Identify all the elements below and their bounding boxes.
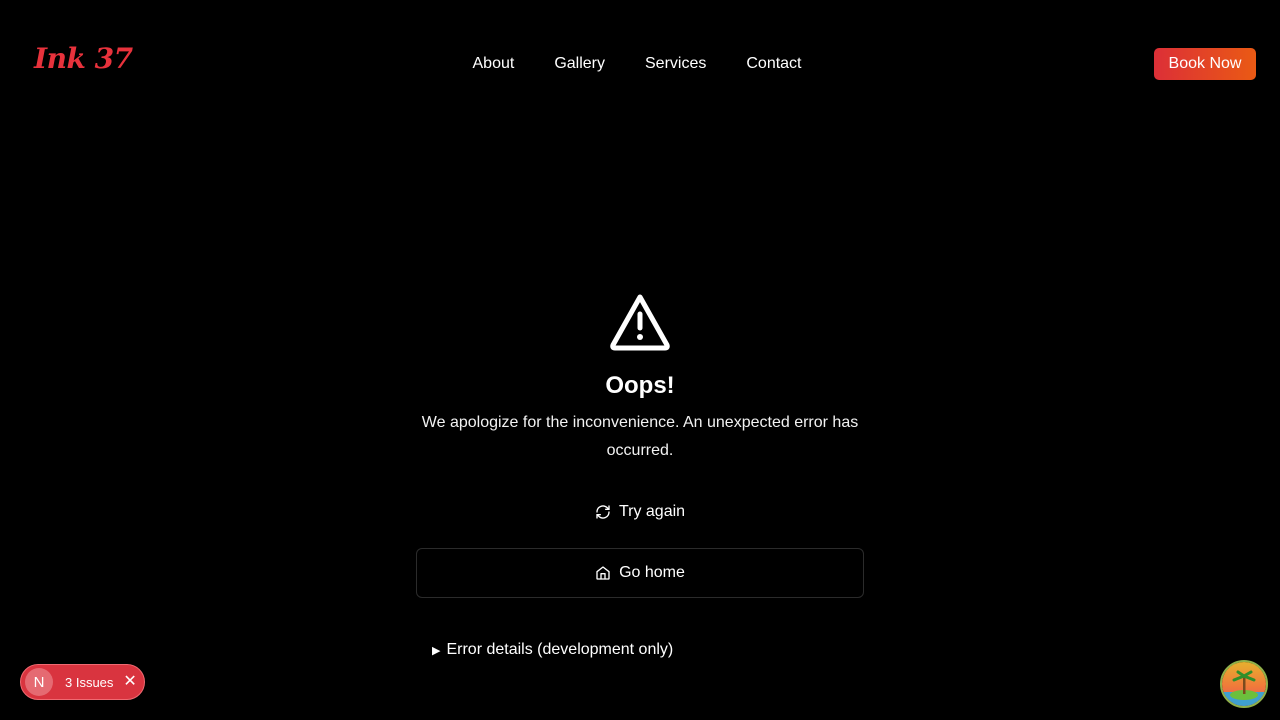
book-now-button[interactable]: Book Now	[1154, 48, 1256, 80]
error-page: Ink 37 About Gallery Services Contact Bo…	[0, 0, 1280, 720]
main-nav: About Gallery Services Contact	[0, 52, 1274, 76]
nextjs-logo-icon: N	[25, 668, 53, 696]
refresh-icon	[596, 505, 610, 519]
error-message: We apologize for the inconvenience. An u…	[421, 414, 859, 459]
go-home-label: Go home	[619, 564, 685, 581]
go-home-button[interactable]: Go home	[416, 548, 864, 598]
nav-item-about[interactable]: About	[473, 52, 515, 76]
nav-item-services[interactable]: Services	[645, 52, 706, 76]
nav-item-gallery[interactable]: Gallery	[554, 52, 605, 76]
nav-item-contact[interactable]: Contact	[746, 52, 801, 76]
close-icon[interactable]: ✕	[123, 674, 136, 690]
error-details-toggle[interactable]: ▶ Error details (development only)	[432, 638, 673, 662]
disclosure-triangle-icon: ▶	[432, 644, 441, 657]
dev-issues-badge[interactable]: N 3 Issues ✕	[20, 664, 145, 700]
island-avatar-icon	[1222, 662, 1266, 706]
home-icon	[596, 566, 610, 580]
avatar[interactable]	[1220, 660, 1268, 708]
error-title: Oops!	[605, 372, 675, 399]
try-again-button[interactable]: Try again	[416, 494, 864, 530]
error-details-label: Error details (development only)	[446, 641, 674, 658]
try-again-label: Try again	[618, 503, 686, 520]
issues-count: 3 Issues	[65, 674, 114, 690]
alert-triangle-icon	[610, 294, 670, 351]
